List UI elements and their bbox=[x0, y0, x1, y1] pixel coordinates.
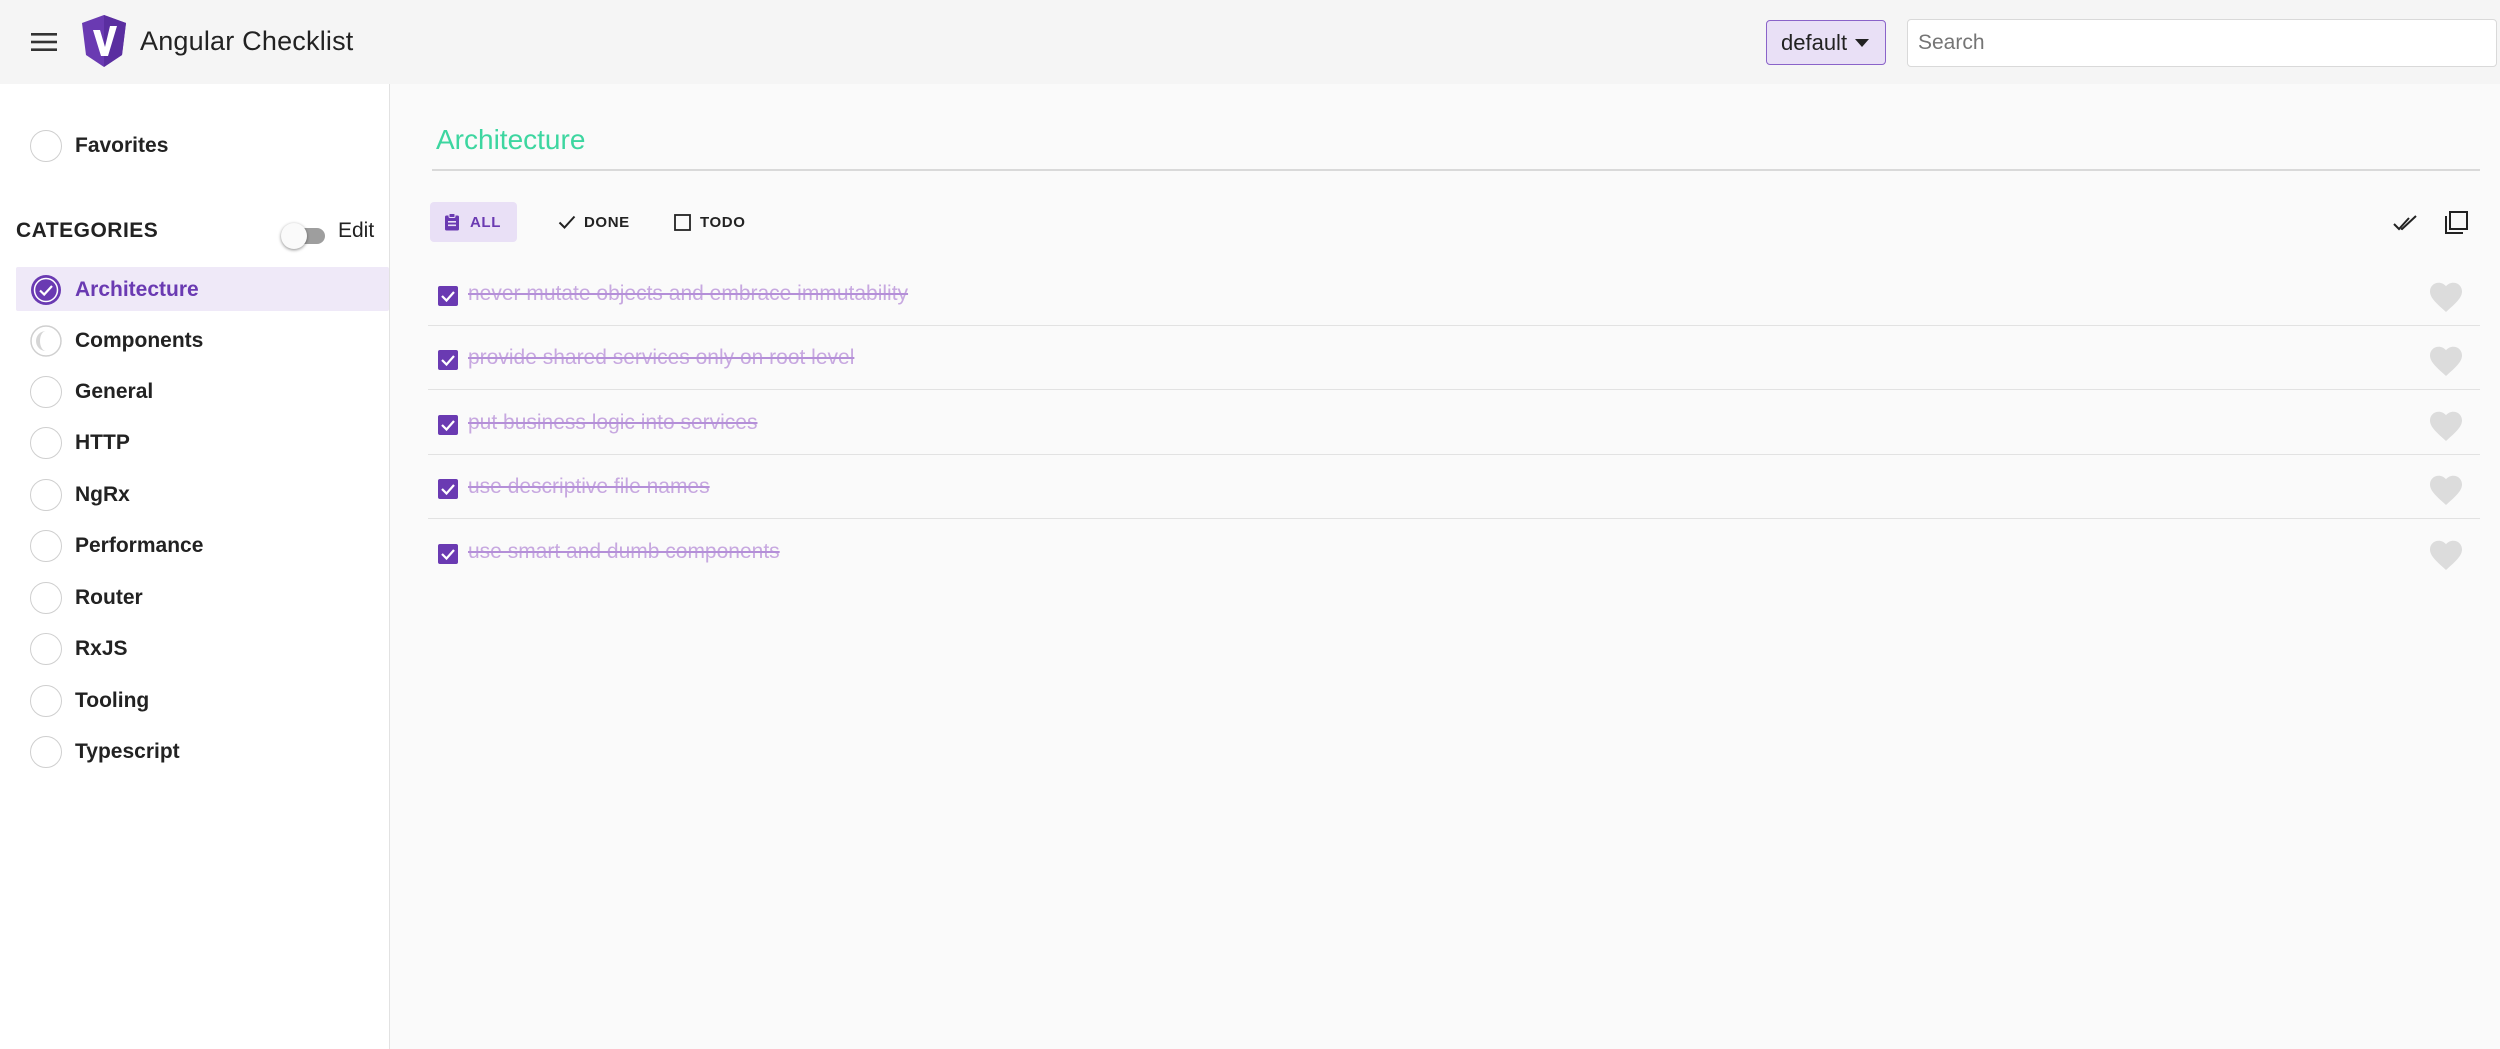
top-toolbar: Angular Checklist default bbox=[0, 0, 2500, 84]
checklist-item: use smart and dumb components bbox=[428, 520, 2480, 584]
sidebar-item-label: Router bbox=[75, 586, 143, 609]
sidebar-item-architecture[interactable]: Architecture bbox=[16, 267, 389, 311]
sidebar-item-favorites[interactable]: Favorites bbox=[16, 123, 389, 167]
search-input[interactable] bbox=[1907, 19, 2497, 67]
page-title: Architecture bbox=[436, 124, 586, 155]
caret-down-icon bbox=[1855, 39, 1869, 47]
profile-select[interactable]: default bbox=[1766, 20, 1886, 65]
progress-circle-icon bbox=[30, 530, 62, 562]
progress-circle-icon bbox=[30, 736, 62, 768]
main-content: Architecture ALL DONE TODO never mutate … bbox=[392, 84, 2500, 1049]
hamburger-icon bbox=[31, 33, 57, 51]
item-checkbox[interactable] bbox=[438, 544, 458, 564]
sidebar-item-general[interactable]: General bbox=[16, 369, 389, 413]
checklist-item: put business logic into services bbox=[428, 391, 2480, 455]
clipboard-icon bbox=[444, 213, 462, 231]
item-checkbox[interactable] bbox=[438, 286, 458, 306]
item-checkbox[interactable] bbox=[438, 479, 458, 499]
sidebar-item-tooling[interactable]: Tooling bbox=[16, 678, 389, 722]
heart-icon[interactable] bbox=[2430, 282, 2462, 312]
sidebar: Favorites CATEGORIES Edit Architecture C… bbox=[0, 84, 390, 1049]
profile-select-value: default bbox=[1781, 29, 1848, 55]
sidebar-item-rxjs[interactable]: RxJS bbox=[16, 626, 389, 670]
sidebar-item-typescript[interactable]: Typescript bbox=[16, 729, 389, 773]
filter-label: TODO bbox=[700, 213, 746, 231]
check-icon bbox=[441, 420, 455, 432]
filter-label: ALL bbox=[470, 213, 501, 231]
sidebar-item-http[interactable]: HTTP bbox=[16, 420, 389, 464]
checklist-item: provide shared services only on root lev… bbox=[428, 326, 2480, 390]
item-text[interactable]: provide shared services only on root lev… bbox=[468, 346, 854, 370]
sidebar-item-performance[interactable]: Performance bbox=[16, 523, 389, 567]
sidebar-item-ngrx[interactable]: NgRx bbox=[16, 472, 389, 516]
item-text[interactable]: put business logic into services bbox=[468, 411, 757, 435]
progress-circle-icon bbox=[30, 376, 62, 408]
checklist-item: never mutate objects and embrace immutab… bbox=[428, 262, 2480, 326]
item-text[interactable]: use descriptive file names bbox=[468, 475, 710, 499]
sidebar-item-label: RxJS bbox=[75, 637, 128, 660]
checklist-item: use descriptive file names bbox=[428, 455, 2480, 519]
sidebar-item-components[interactable]: Components bbox=[16, 318, 389, 362]
favorites-progress-icon bbox=[30, 130, 62, 162]
title-divider bbox=[432, 169, 2480, 171]
sidebar-item-label: Architecture bbox=[75, 278, 199, 301]
sidebar-item-router[interactable]: Router bbox=[16, 575, 389, 619]
progress-circle-icon bbox=[30, 633, 62, 665]
app-title: Angular Checklist bbox=[140, 26, 354, 56]
sidebar-item-label: Favorites bbox=[75, 134, 169, 157]
progress-circle-icon bbox=[30, 479, 62, 511]
item-checkbox[interactable] bbox=[438, 350, 458, 370]
menu-button[interactable] bbox=[22, 22, 66, 62]
filter-done-button[interactable]: DONE bbox=[544, 202, 646, 242]
heart-icon[interactable] bbox=[2430, 411, 2462, 441]
heart-icon[interactable] bbox=[2430, 540, 2462, 570]
sidebar-item-label: Performance bbox=[75, 534, 204, 557]
angular-logo[interactable] bbox=[80, 14, 128, 68]
categories-header: CATEGORIES bbox=[16, 219, 159, 242]
progress-circle-icon bbox=[30, 582, 62, 614]
collapse-icon[interactable] bbox=[2442, 210, 2470, 236]
double-check-icon[interactable] bbox=[2392, 210, 2420, 236]
item-text[interactable]: never mutate objects and embrace immutab… bbox=[468, 282, 908, 306]
edit-toggle[interactable] bbox=[281, 220, 329, 249]
check-icon bbox=[558, 213, 576, 231]
sidebar-item-label: General bbox=[75, 380, 154, 403]
item-divider bbox=[428, 517, 2480, 519]
square-icon bbox=[674, 213, 692, 231]
check-icon bbox=[441, 484, 455, 496]
check-circle-icon bbox=[31, 275, 61, 305]
filter-todo-button[interactable]: TODO bbox=[660, 202, 761, 242]
filter-all-button[interactable]: ALL bbox=[430, 202, 517, 242]
check-icon bbox=[441, 549, 455, 561]
check-icon bbox=[441, 355, 455, 367]
progress-circle-icon bbox=[30, 325, 62, 357]
progress-circle-icon bbox=[30, 427, 62, 459]
item-checkbox[interactable] bbox=[438, 415, 458, 435]
sidebar-item-label: Typescript bbox=[75, 740, 180, 763]
sidebar-item-label: Tooling bbox=[75, 689, 150, 712]
item-text[interactable]: use smart and dumb components bbox=[468, 540, 780, 564]
check-icon bbox=[441, 291, 455, 303]
edit-label: Edit bbox=[338, 219, 375, 242]
item-divider bbox=[428, 388, 2480, 390]
toggle-thumb bbox=[281, 223, 307, 249]
progress-circle-icon bbox=[30, 685, 62, 717]
sidebar-item-label: HTTP bbox=[75, 431, 130, 454]
heart-icon[interactable] bbox=[2430, 475, 2462, 505]
sidebar-item-label: Components bbox=[75, 329, 204, 352]
sidebar-item-label: NgRx bbox=[75, 483, 130, 506]
filter-label: DONE bbox=[584, 213, 630, 231]
heart-icon[interactable] bbox=[2430, 346, 2462, 376]
